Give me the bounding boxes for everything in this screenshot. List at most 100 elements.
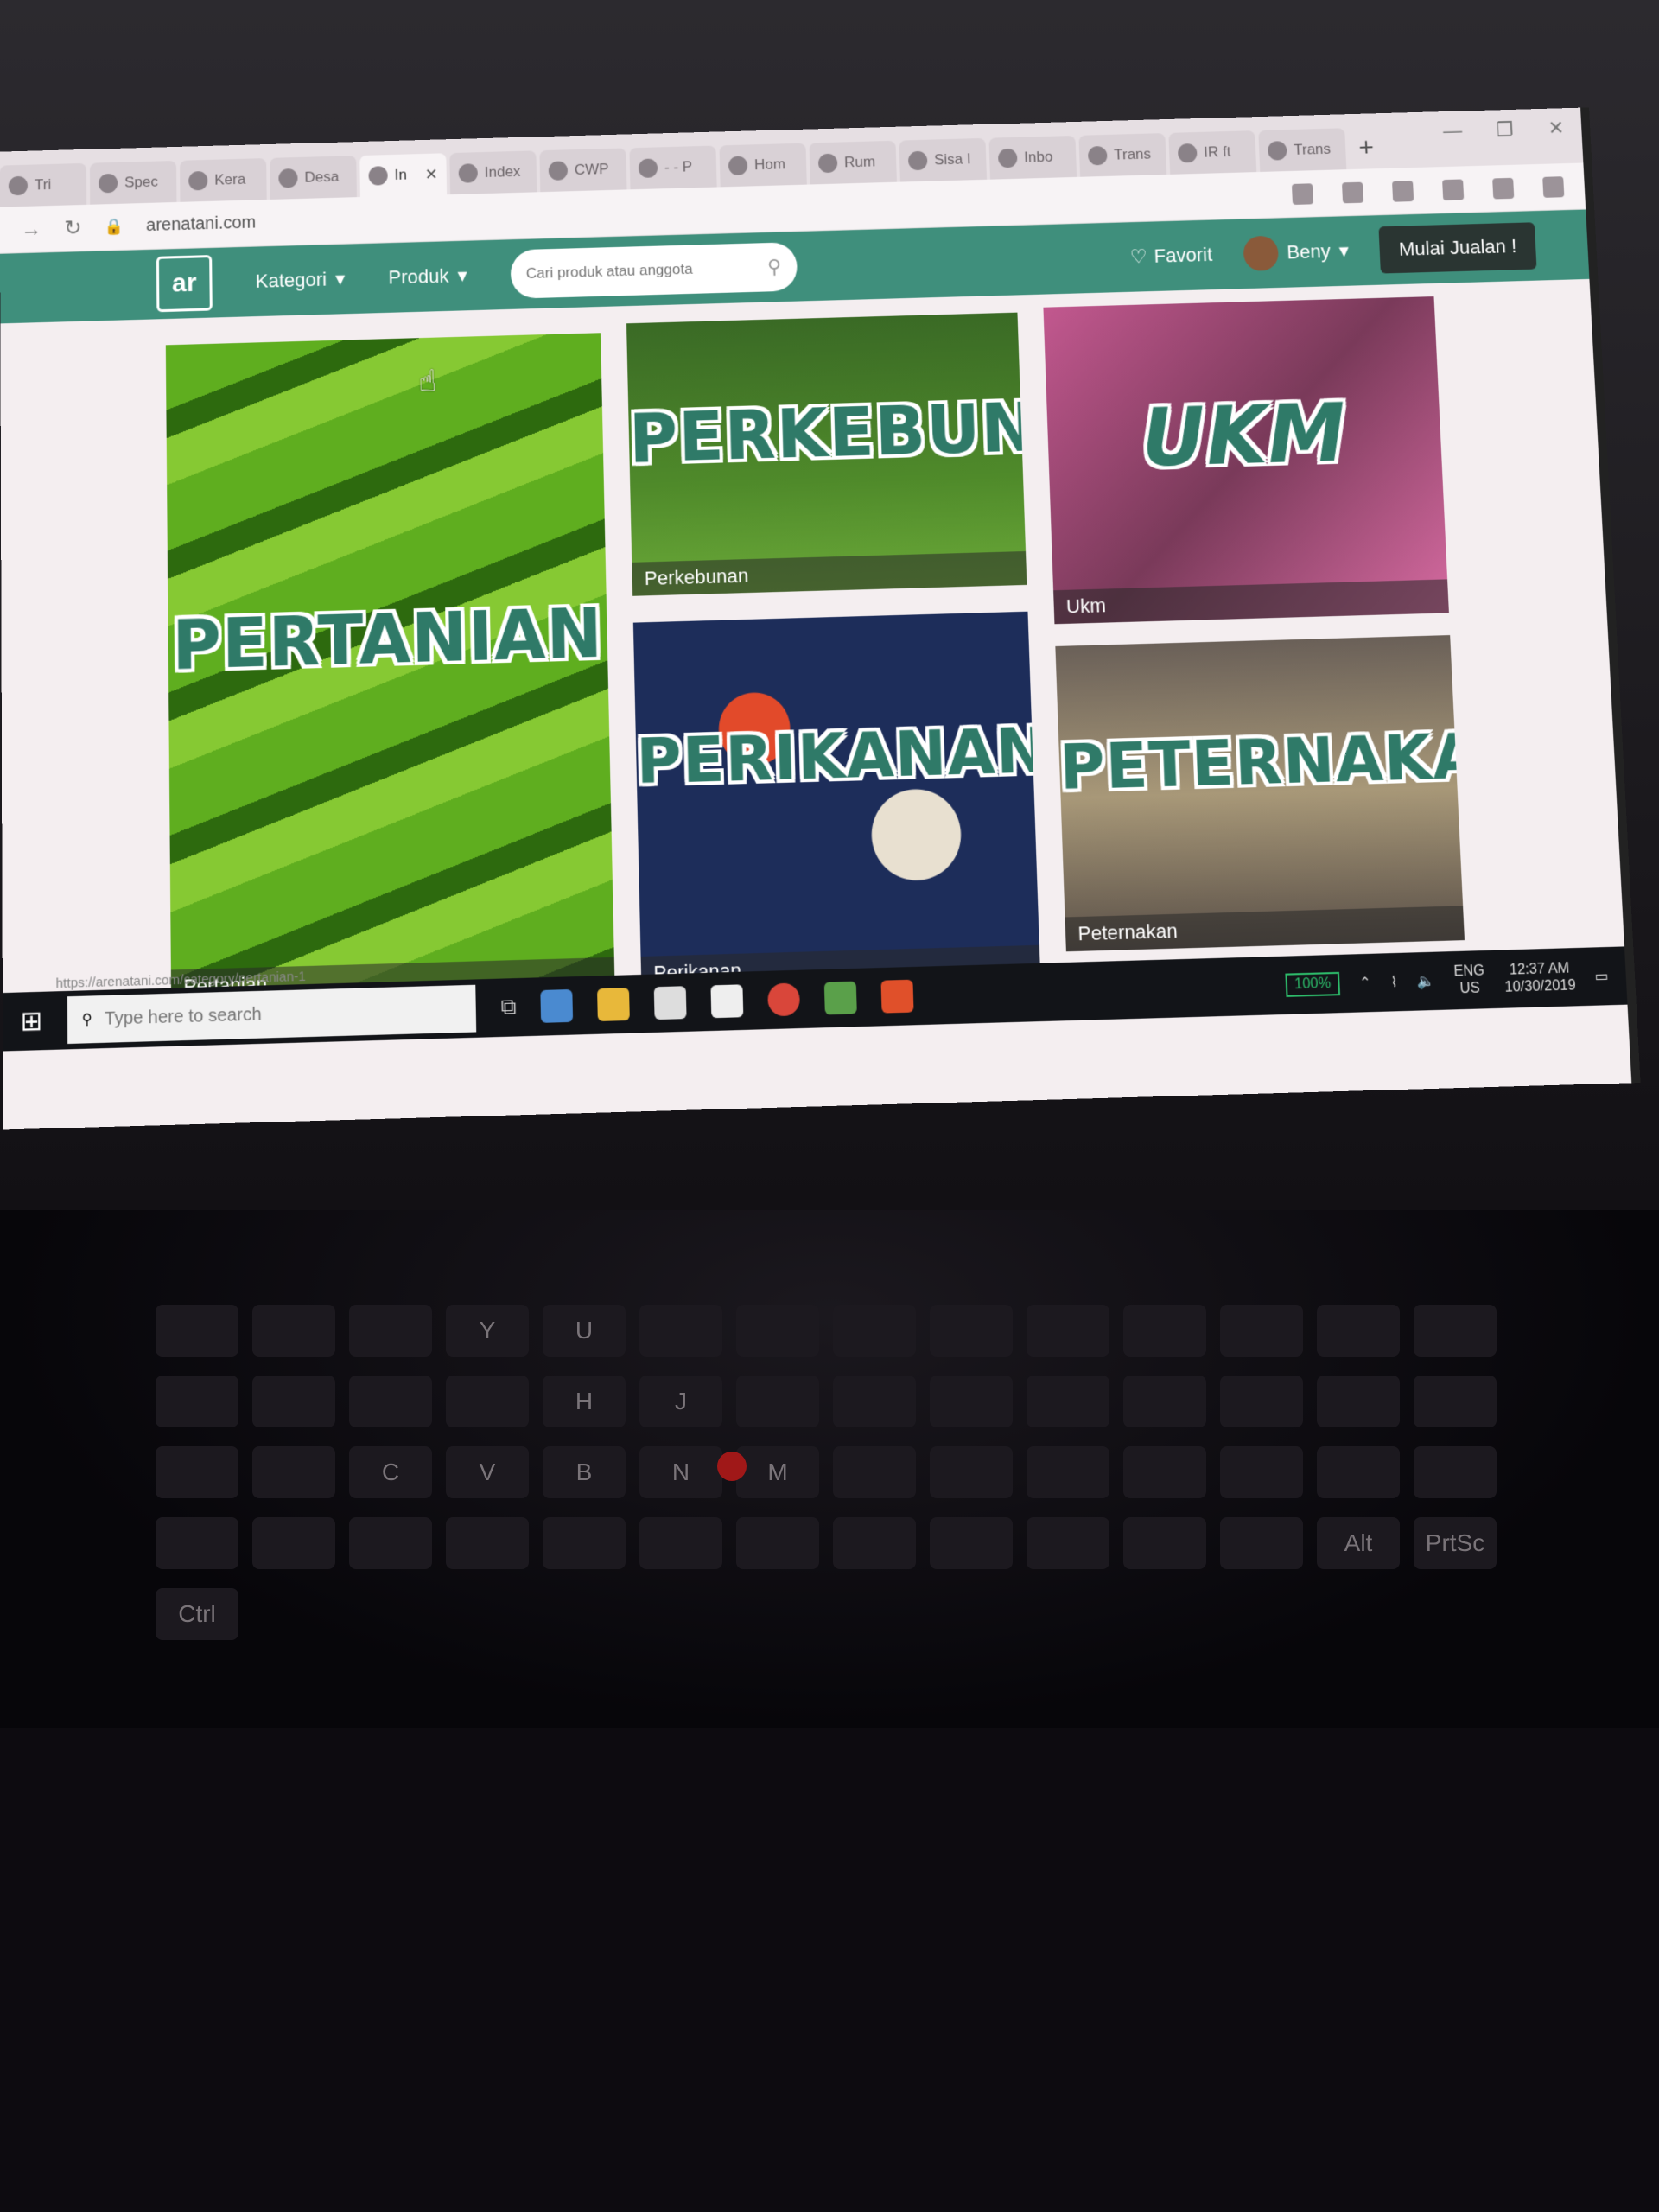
keyboard-key xyxy=(930,1305,1013,1357)
keyboard-key: N xyxy=(639,1446,722,1498)
category-card-perkebunan[interactable]: PERKEBUNAN Perkebunan xyxy=(626,313,1027,596)
volume-icon[interactable]: 🔈 xyxy=(1416,972,1434,991)
chevron-up-icon[interactable]: ⌃ xyxy=(1359,974,1372,992)
category-card-peternakan[interactable]: PETERNAKAN Peternakan xyxy=(1055,635,1465,951)
category-card-pertanian[interactable]: PERTANIAN Pertanian xyxy=(166,333,615,1004)
store-icon[interactable] xyxy=(654,986,687,1020)
keyboard-key xyxy=(833,1446,916,1498)
tab-favicon-icon xyxy=(188,171,207,191)
search-icon: ⚲ xyxy=(82,1010,92,1028)
category-card-ukm[interactable]: UKM Ukm xyxy=(1043,296,1449,624)
keyboard-key xyxy=(736,1376,819,1427)
bookmark-star-icon[interactable] xyxy=(1292,183,1313,205)
tab-favicon-icon xyxy=(1178,143,1198,163)
category-title: PERKEBUNAN xyxy=(628,388,1023,477)
category-caption: Peternakan xyxy=(1065,906,1464,951)
battery-indicator[interactable]: 100% xyxy=(1285,972,1340,997)
keyboard-key xyxy=(252,1446,335,1498)
app-icon[interactable] xyxy=(881,980,914,1014)
keyboard-key xyxy=(156,1517,238,1569)
browser-tab[interactable]: Spec xyxy=(90,161,177,205)
search-input[interactable] xyxy=(526,259,753,283)
category-card-perikanan[interactable]: PERIKANAN Perikanan xyxy=(633,612,1040,991)
tab-favicon-icon xyxy=(549,161,568,181)
windows-start-icon[interactable]: ⊞ xyxy=(20,1005,42,1038)
keyboard-key xyxy=(1317,1446,1400,1498)
browser-tab[interactable]: CWP xyxy=(539,148,626,192)
notifications-icon[interactable]: ▭ xyxy=(1594,967,1609,985)
keyboard-key xyxy=(930,1376,1013,1427)
produk-menu[interactable]: Produk ▾ xyxy=(388,264,467,289)
restore-icon[interactable]: ❐ xyxy=(1497,118,1515,141)
clock[interactable]: 12:37 AM 10/30/2019 xyxy=(1503,960,1576,997)
keyboard-key xyxy=(1220,1376,1303,1427)
tab-favicon-icon xyxy=(908,151,928,171)
tab-favicon-icon xyxy=(818,154,838,174)
browser-tab[interactable]: Hom xyxy=(719,143,806,188)
user-menu[interactable]: Beny ▾ xyxy=(1243,233,1349,271)
category-title: PERTANIAN xyxy=(168,594,607,685)
profile-icon[interactable] xyxy=(1542,176,1564,198)
site-logo[interactable]: ar xyxy=(156,255,213,312)
browser-tab[interactable]: - - P xyxy=(629,146,716,190)
file-explorer-icon[interactable] xyxy=(597,988,630,1021)
lock-icon[interactable]: 🔒 xyxy=(104,218,124,237)
taskbar-search-input[interactable] xyxy=(105,999,442,1029)
search-icon[interactable]: ⚲ xyxy=(767,256,782,279)
navbar-right: ♡ Favorit Beny ▾ Mulai Jualan ! xyxy=(1129,221,1589,281)
tab-favicon-icon xyxy=(1268,141,1287,161)
keyboard-key xyxy=(1317,1376,1400,1427)
browser-tab[interactable]: IR ft xyxy=(1168,130,1256,175)
chrome-icon[interactable] xyxy=(767,982,800,1016)
new-tab-button[interactable]: + xyxy=(1348,127,1384,169)
network-icon[interactable]: ⌇ xyxy=(1390,973,1398,991)
task-view-icon[interactable]: ⧉ xyxy=(500,995,516,1020)
browser-tab[interactable]: Desa xyxy=(270,156,357,200)
browser-tab-active[interactable]: In ✕ xyxy=(359,153,447,197)
laptop-keyboard: Y U H J C V B N M Alt PrtSc Ctrl xyxy=(0,1210,1659,1728)
close-window-icon[interactable]: ✕ xyxy=(1548,117,1565,139)
browser-tab[interactable]: Trans xyxy=(1258,128,1346,172)
browser-tab[interactable]: Tri xyxy=(0,163,86,207)
reload-icon[interactable]: ↻ xyxy=(64,215,81,241)
keyboard-key xyxy=(930,1446,1013,1498)
tab-favicon-icon xyxy=(998,149,1018,168)
app-icon[interactable] xyxy=(824,982,857,1015)
browser-tab[interactable]: Sisa I xyxy=(899,138,987,182)
extension-icon[interactable] xyxy=(1442,179,1464,200)
keyboard-key: H xyxy=(543,1376,626,1427)
close-tab-icon[interactable]: ✕ xyxy=(424,165,437,183)
keyboard-key xyxy=(1123,1446,1206,1498)
edge-icon[interactable] xyxy=(541,989,574,1023)
forward-icon[interactable]: → xyxy=(21,217,41,242)
kategori-menu[interactable]: Kategori ▾ xyxy=(256,268,346,293)
keyboard-key xyxy=(639,1517,722,1569)
browser-tab[interactable]: Inbo xyxy=(988,136,1077,180)
system-tray: 100% ⌃ ⌇ 🔈 ENG US 12:37 AM 10/30/2019 ▭ xyxy=(1285,958,1609,1002)
browser-tab[interactable]: Kera xyxy=(180,158,267,202)
favorit-link[interactable]: ♡ Favorit xyxy=(1129,244,1212,269)
taskbar-search: ⚲ xyxy=(67,985,476,1044)
keyboard-key xyxy=(1123,1517,1206,1569)
trackpoint[interactable] xyxy=(717,1452,747,1481)
browser-tab[interactable]: Trans xyxy=(1078,133,1166,177)
tab-favicon-icon xyxy=(728,156,748,176)
extension-icon[interactable] xyxy=(1492,177,1514,199)
chevron-down-icon: ▾ xyxy=(1338,239,1349,262)
url-text[interactable]: arenatani.com xyxy=(146,213,256,236)
keyboard-key: C xyxy=(349,1446,432,1498)
keyboard-key: Ctrl xyxy=(156,1588,238,1640)
keyboard-key xyxy=(446,1376,529,1427)
mail-icon[interactable] xyxy=(711,984,744,1018)
browser-tab[interactable]: Index xyxy=(449,150,537,194)
keyboard-key xyxy=(736,1517,819,1569)
mulai-jualan-button[interactable]: Mulai Jualan ! xyxy=(1379,222,1537,273)
browser-tab[interactable]: Rum xyxy=(809,141,896,185)
keyboard-key xyxy=(639,1305,722,1357)
extension-icon[interactable] xyxy=(1392,181,1414,202)
extension-icon[interactable] xyxy=(1342,181,1363,203)
language-indicator[interactable]: ENG US xyxy=(1453,963,1485,998)
hand-cursor-icon: ☝ xyxy=(418,364,437,399)
minimize-icon[interactable]: — xyxy=(1443,119,1463,143)
caret-down-icon: ▾ xyxy=(335,268,345,290)
